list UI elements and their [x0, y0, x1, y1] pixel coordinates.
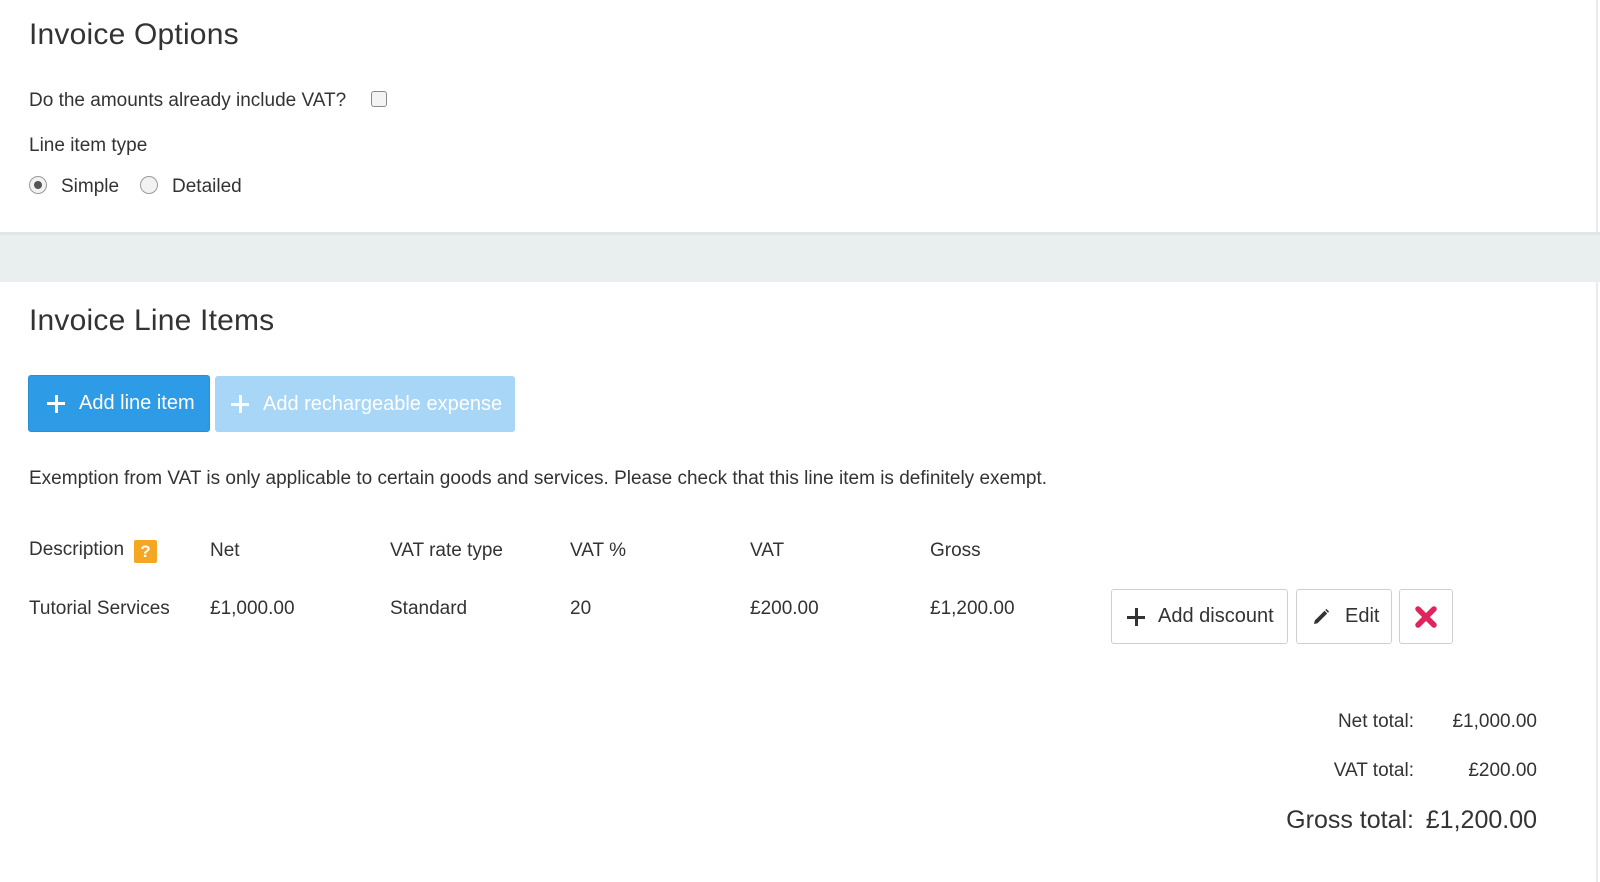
row-vat: £200.00 — [750, 598, 819, 619]
column-header-vat-percent: VAT % — [570, 540, 626, 561]
plus-icon — [231, 395, 249, 413]
add-discount-label: Add discount — [1158, 605, 1274, 627]
column-header-description: Description — [29, 539, 125, 560]
close-icon — [1415, 605, 1437, 628]
invoice-line-items-panel: Invoice Line Items Add line item Add rec… — [0, 282, 1598, 882]
row-vat-rate-type: Standard — [390, 598, 468, 619]
add-line-item-button[interactable]: Add line item — [28, 375, 210, 432]
net-total-value: £1,000.00 — [1452, 711, 1537, 732]
vat-exemption-notice: Exemption from VAT is only applicable to… — [29, 468, 1048, 489]
help-question-icon[interactable]: ? — [134, 540, 157, 563]
pencil-icon — [1314, 608, 1330, 624]
delete-button[interactable] — [1399, 589, 1453, 644]
column-header-vat: VAT — [750, 540, 785, 561]
column-header-gross: Gross — [930, 540, 981, 561]
vat-total-label: VAT total: — [1333, 760, 1414, 781]
row-description: Tutorial Services — [29, 598, 170, 619]
section-divider — [0, 232, 1600, 282]
row-vat-percent: 20 — [570, 598, 592, 619]
radio-simple-label[interactable]: Simple — [61, 176, 119, 198]
plus-icon — [1127, 608, 1145, 626]
add-line-item-label: Add line item — [79, 392, 195, 414]
invoice-options-panel: Invoice Options Do the amounts already i… — [0, 0, 1598, 232]
row-gross: £1,200.00 — [930, 598, 1015, 619]
vat-included-checkbox[interactable] — [371, 91, 387, 107]
radio-simple[interactable] — [29, 176, 47, 194]
column-header-vat-rate-type: VAT rate type — [390, 540, 503, 561]
edit-button[interactable]: Edit — [1296, 589, 1392, 644]
plus-icon — [47, 394, 65, 413]
vat-total-value: £200.00 — [1468, 760, 1537, 781]
radio-detailed[interactable] — [140, 176, 158, 194]
row-net: £1,000.00 — [210, 598, 295, 619]
invoice-options-title: Invoice Options — [29, 18, 239, 51]
invoice-line-items-title: Invoice Line Items — [29, 304, 275, 337]
net-total-label: Net total: — [1337, 711, 1414, 732]
gross-total-label: Gross total: — [1286, 806, 1414, 834]
radio-detailed-label[interactable]: Detailed — [172, 176, 242, 198]
gross-total-value: £1,200.00 — [1425, 806, 1537, 834]
add-rechargeable-expense-button[interactable]: Add rechargeable expense — [215, 376, 515, 432]
column-header-net: Net — [210, 540, 240, 561]
vat-included-label: Do the amounts already include VAT? — [29, 90, 347, 111]
add-discount-button[interactable]: Add discount — [1111, 589, 1288, 644]
line-item-type-label: Line item type — [29, 135, 148, 156]
edit-label: Edit — [1345, 605, 1380, 627]
add-rechargeable-expense-label: Add rechargeable expense — [263, 392, 503, 415]
